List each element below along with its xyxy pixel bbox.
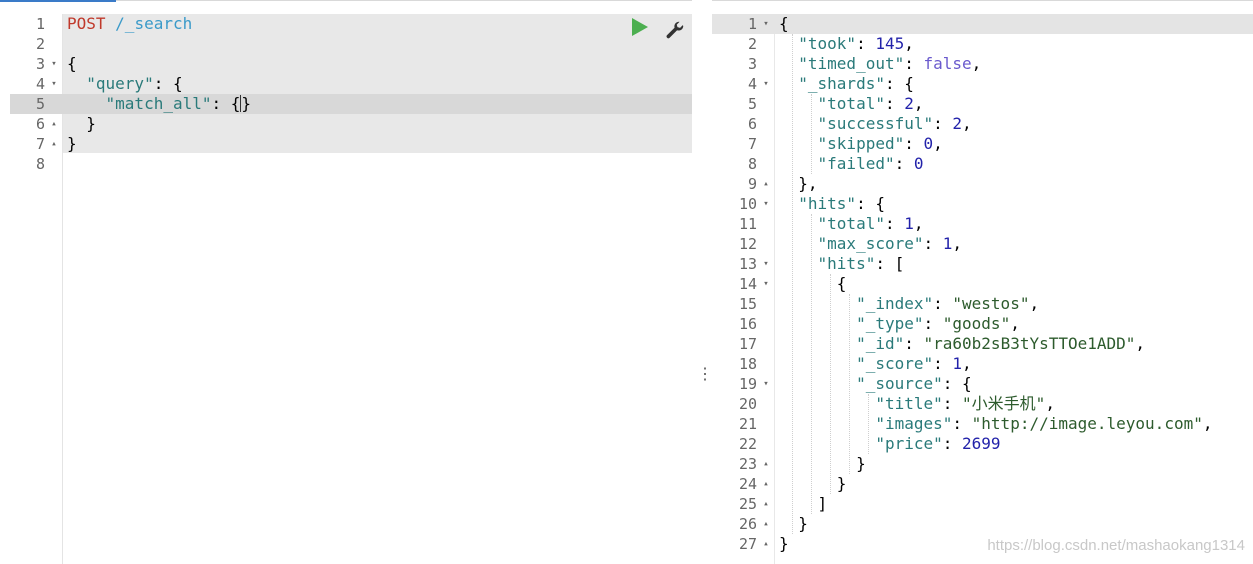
json-key: "query"	[86, 74, 154, 93]
response-line: "hits": {	[798, 194, 885, 213]
shards-failed-value: 0	[913, 154, 924, 173]
json-key: "match_all"	[105, 94, 212, 113]
max-score-value: 1	[942, 234, 953, 253]
index-value: "westos"	[952, 294, 1030, 313]
http-method: POST	[67, 14, 106, 33]
response-line: },	[779, 174, 818, 193]
title-value: "小米手机"	[962, 394, 1046, 413]
active-tab-indicator	[0, 0, 116, 2]
request-path: /_search	[115, 14, 193, 33]
brace: {	[67, 54, 77, 73]
response-line: "took": 145,	[798, 34, 914, 53]
request-line-1: POST /_search	[0, 14, 692, 34]
splitter-handle[interactable]: ⋮	[697, 366, 713, 382]
response-line: }	[779, 514, 808, 533]
request-line-4: "query": {	[86, 74, 183, 93]
gutter-row: 2	[0, 34, 692, 54]
response-line: {	[779, 14, 789, 33]
request-line-3: {	[0, 54, 692, 74]
watermark: https://blog.csdn.net/mashaokang1314	[987, 537, 1245, 554]
took-value: 145	[875, 34, 905, 53]
response-line: "max_score": 1,	[817, 234, 963, 253]
brace: }	[67, 134, 77, 153]
response-line: "images": "http://image.leyou.com",	[875, 414, 1213, 433]
response-line: }	[779, 474, 847, 493]
response-line: "_index": "westos",	[856, 294, 1040, 313]
images-value: "http://image.leyou.com"	[971, 414, 1203, 433]
response-line: "_type": "goods",	[856, 314, 1020, 333]
response-line: "_shards": {	[798, 74, 914, 93]
response-line: }	[779, 454, 866, 473]
response-line: "_source": {	[856, 374, 972, 393]
response-line: "_id": "ra60b2sB3tYsTTOe1ADD",	[856, 334, 1146, 353]
response-line: "title": "小米手机",	[875, 394, 1055, 413]
brace: }	[241, 94, 252, 113]
brace: {	[230, 94, 241, 113]
response-line: "total": 2,	[817, 94, 924, 113]
type-value: "goods"	[942, 314, 1011, 333]
top-border	[0, 0, 1253, 1]
shards-skipped-value: 0	[923, 134, 934, 153]
request-line-7: }	[0, 134, 692, 154]
id-value: "ra60b2sB3tYsTTOe1ADD"	[923, 334, 1136, 353]
response-viewer[interactable]: 1 ▾ 2 3 4 ▾ 5 6 7 8 9 ▴ 10 ▾ 11 12 13 ▾ 14 ▾ 15 16 17 18 19 ▾ 20 21…	[712, 14, 1253, 564]
response-line: "hits": [	[817, 254, 905, 273]
response-line: "price": 2699	[875, 434, 1001, 453]
request-line-6: }	[0, 114, 692, 134]
play-icon[interactable]	[632, 18, 648, 36]
response-line: "timed_out": false,	[798, 54, 982, 73]
request-editor[interactable]: 1 2 3 ▾ 4 ▾ 5 6 ▴ 7 ▴ 8 POST /_search { "query": { …	[0, 14, 692, 564]
response-line: "successful": 2,	[817, 114, 972, 133]
pane-divider	[692, 0, 712, 564]
wrench-icon[interactable]	[664, 20, 686, 42]
hits-total-value: 1	[904, 214, 914, 233]
timed-out-value: false	[923, 54, 972, 73]
price-value: 2699	[962, 434, 1001, 453]
response-line: "skipped": 0,	[817, 134, 943, 153]
response-line: "_score": 1,	[856, 354, 972, 373]
response-line: "failed": 0	[817, 154, 924, 173]
shards-successful-value: 2	[952, 114, 963, 133]
response-line: {	[779, 274, 847, 293]
request-line-5: "match_all": {}	[105, 94, 252, 113]
gutter-row: 8	[0, 154, 692, 174]
response-line: "total": 1,	[817, 214, 924, 233]
brace: }	[86, 114, 96, 133]
score-value: 1	[952, 354, 963, 373]
shards-total-value: 2	[904, 94, 914, 113]
response-line: ]	[779, 494, 828, 513]
